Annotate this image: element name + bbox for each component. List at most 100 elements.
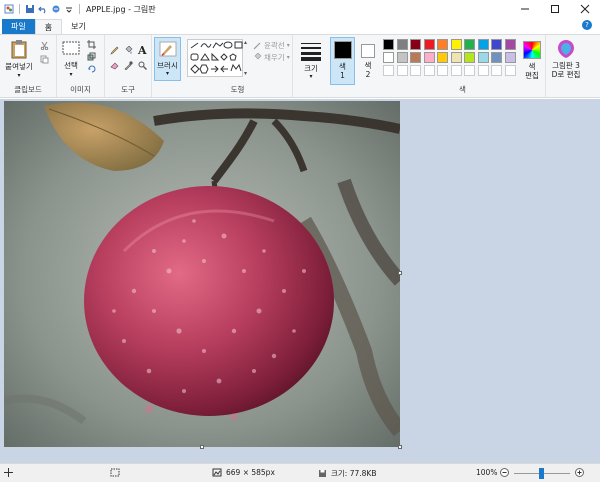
tools-group: A 도구 xyxy=(105,35,152,97)
custom-color-slot[interactable] xyxy=(437,65,448,76)
shapes-gallery[interactable] xyxy=(187,39,243,77)
window-title: APPLE.jpg - 그림판 xyxy=(86,4,156,14)
brush-button[interactable]: 브러시 ▾ xyxy=(154,37,181,81)
color-wheel-icon xyxy=(523,41,541,59)
shapes-scroll-up[interactable]: ▴ xyxy=(244,39,250,46)
palette-swatch[interactable] xyxy=(396,39,408,50)
palette-swatch[interactable] xyxy=(437,39,448,50)
custom-color-slot[interactable] xyxy=(477,65,489,76)
palette-swatch[interactable] xyxy=(491,52,502,63)
resize-icon[interactable] xyxy=(87,52,96,61)
zoom-level: 100% xyxy=(476,468,498,477)
dimensions-text: 669 × 585px xyxy=(226,468,275,477)
custom-color-slot[interactable] xyxy=(383,65,394,76)
palette-swatch[interactable] xyxy=(504,39,516,50)
edit-colors-button[interactable]: 색 편집 xyxy=(520,39,544,85)
outline-dropdown[interactable]: 윤곽선 ▾ xyxy=(253,40,290,51)
save-icon[interactable] xyxy=(25,4,35,14)
eraser-icon[interactable] xyxy=(110,61,119,70)
palette-swatch[interactable] xyxy=(383,52,394,63)
color2-button[interactable]: 색 2 xyxy=(357,37,379,85)
fill-icon xyxy=(254,53,262,60)
paint3d-label: 그림판 3 D로 편집 xyxy=(551,61,581,79)
minimize-button[interactable] xyxy=(510,0,540,18)
select-button[interactable]: 선택 ▾ xyxy=(59,39,83,78)
color2-swatch xyxy=(361,44,375,58)
palette-swatch[interactable] xyxy=(464,52,475,63)
image-size-icon xyxy=(212,468,222,477)
close-button[interactable] xyxy=(570,0,600,18)
tab-view[interactable]: 보기 xyxy=(62,19,95,34)
paste-button[interactable]: 붙여넣기 ▾ xyxy=(4,39,34,79)
zoom-out-button[interactable] xyxy=(500,468,509,477)
magnifier-icon[interactable] xyxy=(138,61,147,70)
custom-color-slot[interactable] xyxy=(423,65,435,76)
ribbon-tabs: 파일 홈 보기 ? xyxy=(0,18,600,34)
color1-button[interactable]: 색 1 xyxy=(330,37,355,85)
paint-app-icon[interactable] xyxy=(4,4,14,14)
palette-swatch[interactable] xyxy=(464,39,475,50)
rotate-icon[interactable] xyxy=(87,64,96,73)
custom-color-slot[interactable] xyxy=(410,65,421,76)
color-picker-icon[interactable] xyxy=(124,61,133,70)
palette-swatch[interactable] xyxy=(396,52,408,63)
fill-bucket-icon[interactable] xyxy=(124,46,133,55)
color1-swatch xyxy=(334,41,352,59)
palette-swatch[interactable] xyxy=(450,52,462,63)
text-tool-icon[interactable]: A xyxy=(138,44,147,57)
filesize-text: 크기: 77.8KB xyxy=(331,469,377,478)
title-bar: APPLE.jpg - 그림판 xyxy=(0,0,600,18)
shapes-group: ▴ ▾ 윤곽선 ▾ 채우기 ▾ 도형 xyxy=(183,35,293,97)
clipboard-group: 붙여넣기 ▾ 클립보드 xyxy=(0,35,57,97)
palette-swatch[interactable] xyxy=(491,39,502,50)
customize-dropdown-icon[interactable] xyxy=(64,4,74,14)
size-button[interactable]: 크기 ▾ xyxy=(297,37,325,87)
disk-icon xyxy=(319,470,326,477)
tab-home[interactable]: 홈 xyxy=(34,19,63,34)
palette-swatch[interactable] xyxy=(423,52,435,63)
custom-color-slot[interactable] xyxy=(504,65,516,76)
palette-swatch[interactable] xyxy=(450,39,462,50)
help-icon[interactable]: ? xyxy=(582,20,592,30)
cut-icon[interactable] xyxy=(40,41,49,50)
palette-swatch[interactable] xyxy=(383,39,394,50)
shapes-group-label: 도형 xyxy=(230,85,245,94)
palette-swatch[interactable] xyxy=(410,39,421,50)
image-group-label: 이미지 xyxy=(70,85,91,94)
fill-label: 채우기 xyxy=(264,53,285,62)
clipboard-group-label: 클립보드 xyxy=(14,85,42,94)
select-label: 선택 xyxy=(64,61,78,70)
zoom-in-button[interactable] xyxy=(575,468,584,477)
palette-swatch[interactable] xyxy=(477,52,489,63)
crop-icon[interactable] xyxy=(87,40,96,49)
palette-swatch[interactable] xyxy=(477,39,489,50)
redo-icon[interactable] xyxy=(51,4,61,14)
resize-handle-corner[interactable] xyxy=(398,445,402,449)
fill-dropdown[interactable]: 채우기 ▾ xyxy=(253,52,290,63)
pencil-icon[interactable] xyxy=(110,46,119,55)
maximize-button[interactable] xyxy=(540,0,570,18)
apple-photo[interactable] xyxy=(4,101,400,447)
custom-color-slot[interactable] xyxy=(450,65,462,76)
edit-with-paint3d-button[interactable]: 그림판 3 D로 편집 xyxy=(548,37,584,87)
palette-swatch[interactable] xyxy=(410,52,421,63)
canvas-workspace[interactable] xyxy=(0,99,600,463)
colors-group: 색 편집 색 xyxy=(380,35,546,97)
resize-handle-bottom[interactable] xyxy=(200,445,204,449)
undo-icon[interactable] xyxy=(38,4,48,14)
tab-file[interactable]: 파일 xyxy=(2,19,35,34)
copy-icon[interactable] xyxy=(40,55,49,64)
palette-swatch[interactable] xyxy=(504,52,516,63)
palette-swatch[interactable] xyxy=(423,39,435,50)
custom-color-slot[interactable] xyxy=(396,65,408,76)
palette-swatch[interactable] xyxy=(437,52,448,63)
custom-color-slot[interactable] xyxy=(464,65,475,76)
shapes-scroll-down[interactable]: ▾ xyxy=(244,70,250,77)
zoom-slider-thumb[interactable] xyxy=(539,468,544,479)
selection-size-icon xyxy=(110,468,120,477)
tools-group-label: 도구 xyxy=(121,85,135,94)
resize-handle-right[interactable] xyxy=(398,271,402,275)
custom-color-slot[interactable] xyxy=(491,65,502,76)
file-size: 크기: 77.8KB xyxy=(318,468,376,479)
ribbon: 붙여넣기 ▾ 클립보드 선택 ▾ 이미지 A 도구 브러시 ▾ ▴ ▾ 윤곽선 … xyxy=(0,34,600,98)
